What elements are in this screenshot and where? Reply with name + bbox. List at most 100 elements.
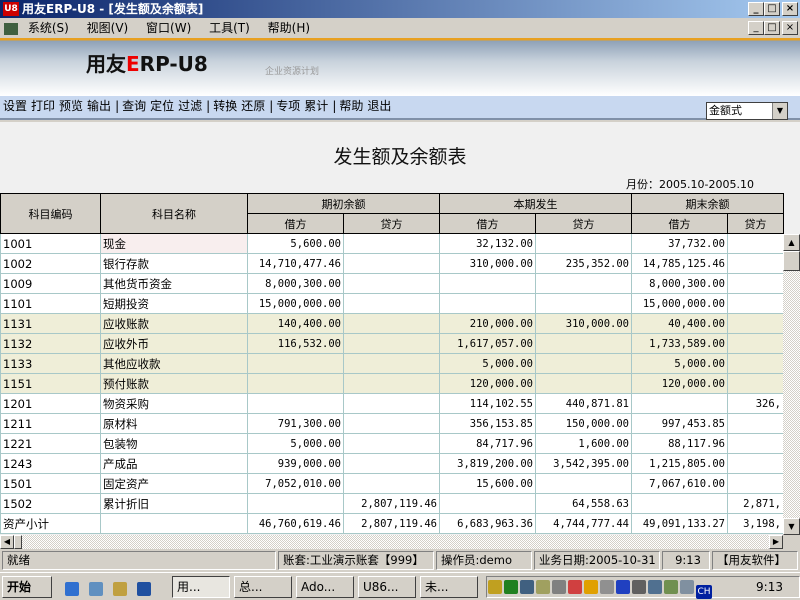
compass-icon[interactable]	[568, 580, 582, 594]
tool-print[interactable]: 打印	[31, 99, 55, 113]
maximize-button[interactable]: □	[764, 2, 780, 16]
task-word[interactable]: U86...	[358, 576, 416, 598]
cell-code[interactable]: 1002	[0, 253, 101, 274]
cell-period-credit[interactable]: 150,000.00	[535, 413, 632, 434]
table-row[interactable]: 1243 产成品 939,000.00 3,819,200.00 3,542,395.0…	[0, 453, 784, 474]
usb-icon[interactable]	[664, 580, 678, 594]
cell-code[interactable]: 1001	[0, 233, 101, 254]
table-row[interactable]: 1131 应收账款 140,400.00 210,000.00 310,000.00 40…	[0, 313, 784, 334]
tray-app-icon[interactable]	[536, 580, 550, 594]
cell-close-credit[interactable]	[727, 313, 784, 334]
cell-close-debit[interactable]: 7,067,610.00	[631, 473, 728, 494]
cell-period-credit[interactable]: 440,871.81	[535, 393, 632, 414]
cell-period-debit[interactable]: 120,000.00	[439, 373, 536, 394]
cell-close-debit[interactable]: 1,733,589.00	[631, 333, 728, 354]
table-row[interactable]: 1502 累计折旧 2,807,119.46 64,558.63 2,871,	[0, 493, 784, 514]
tool-locate[interactable]: 定位	[150, 99, 174, 113]
h-scroll-thumb[interactable]	[14, 535, 22, 549]
cell-close-debit[interactable]: 5,000.00	[631, 353, 728, 374]
cell-close-debit[interactable]: 88,117.96	[631, 433, 728, 454]
menu-window[interactable]: 窗口(W)	[146, 21, 191, 35]
cell-name[interactable]: 应收账款	[100, 313, 248, 334]
table-row[interactable]: 1133 其他应收款 5,000.00 5,000.00	[0, 353, 784, 374]
cell-period-debit[interactable]	[439, 273, 536, 294]
table-row[interactable]: 1132 应收外币 116,532.00 1,617,057.00 1,733,589.…	[0, 333, 784, 354]
tool-export[interactable]: 输出	[87, 99, 111, 113]
tool-restore[interactable]: 还原	[241, 99, 265, 113]
cell-close-debit[interactable]: 40,400.00	[631, 313, 728, 334]
table-row[interactable]: 1151 预付账款 120,000.00 120,000.00	[0, 373, 784, 394]
cell-open-debit[interactable]	[247, 353, 344, 374]
cell-period-credit[interactable]: 4,744,777.44	[535, 513, 632, 534]
cell-period-debit[interactable]: 84,717.96	[439, 433, 536, 454]
cell-period-credit[interactable]	[535, 333, 632, 354]
outlook-icon[interactable]	[89, 582, 103, 596]
cell-name[interactable]: 预付账款	[100, 373, 248, 394]
cell-close-debit[interactable]	[631, 393, 728, 414]
table-row[interactable]: 1002 银行存款 14,710,477.46 310,000.00 235,352.0…	[0, 253, 784, 274]
cell-period-debit[interactable]: 310,000.00	[439, 253, 536, 274]
table-row[interactable]: 1221 包装物 5,000.00 84,717.96 1,600.00 88,117.9…	[0, 433, 784, 454]
cell-open-credit[interactable]	[343, 413, 440, 434]
cell-open-debit[interactable]: 116,532.00	[247, 333, 344, 354]
cell-close-credit[interactable]	[727, 433, 784, 454]
table-row[interactable]: 资产小计 46,760,619.46 2,807,119.46 6,683,963.3…	[0, 513, 784, 534]
cell-close-debit[interactable]: 997,453.85	[631, 413, 728, 434]
cell-open-credit[interactable]	[343, 293, 440, 314]
close-button[interactable]: ×	[782, 2, 798, 16]
cell-name[interactable]: 银行存款	[100, 253, 248, 274]
cell-code[interactable]: 1221	[0, 433, 101, 454]
cell-name[interactable]: 其他货币资金	[100, 273, 248, 294]
connection-icon[interactable]	[648, 580, 662, 594]
scroll-left-icon[interactable]: ◀	[0, 535, 14, 549]
cell-close-credit[interactable]	[727, 273, 784, 294]
cell-close-debit[interactable]	[631, 493, 728, 514]
cell-open-credit[interactable]	[343, 333, 440, 354]
cell-close-credit[interactable]	[727, 373, 784, 394]
cell-period-credit[interactable]: 1,600.00	[535, 433, 632, 454]
cell-code[interactable]: 1243	[0, 453, 101, 474]
cell-code[interactable]: 1131	[0, 313, 101, 334]
lock-icon[interactable]	[552, 580, 566, 594]
cell-close-credit[interactable]: 3,198,	[727, 513, 784, 534]
cell-close-debit[interactable]: 120,000.00	[631, 373, 728, 394]
cell-name[interactable]: 累计折旧	[100, 493, 248, 514]
cell-open-credit[interactable]: 2,807,119.46	[343, 493, 440, 514]
cell-name[interactable]: 短期投资	[100, 293, 248, 314]
cell-close-debit[interactable]: 15,000,000.00	[631, 293, 728, 314]
cell-period-credit[interactable]: 64,558.63	[535, 493, 632, 514]
cell-name[interactable]: 固定资产	[100, 473, 248, 494]
cell-close-debit[interactable]: 8,000,300.00	[631, 273, 728, 294]
language-indicator[interactable]: CH	[696, 585, 712, 599]
cell-name[interactable]: 现金	[100, 233, 248, 254]
horizontal-scrollbar[interactable]: ◀ ▶	[0, 535, 783, 549]
cell-close-credit[interactable]	[727, 253, 784, 274]
cell-period-debit[interactable]: 114,102.55	[439, 393, 536, 414]
cell-period-credit[interactable]: 310,000.00	[535, 313, 632, 334]
cell-name[interactable]	[100, 513, 248, 534]
cell-open-credit[interactable]: 2,807,119.46	[343, 513, 440, 534]
cell-period-debit[interactable]	[439, 293, 536, 314]
tool-preview[interactable]: 预览	[59, 99, 83, 113]
cell-close-debit[interactable]: 14,785,125.46	[631, 253, 728, 274]
cell-close-debit[interactable]: 1,215,805.00	[631, 453, 728, 474]
cell-period-debit[interactable]: 1,617,057.00	[439, 333, 536, 354]
cell-code[interactable]: 1201	[0, 393, 101, 414]
table-row[interactable]: 1101 短期投资 15,000,000.00 15,000,000.00	[0, 293, 784, 314]
tool-cumulative[interactable]: 累计	[304, 99, 328, 113]
cell-period-credit[interactable]	[535, 353, 632, 374]
cell-period-credit[interactable]: 235,352.00	[535, 253, 632, 274]
cell-close-credit[interactable]	[727, 353, 784, 374]
header-name[interactable]: 科目名称	[100, 193, 248, 234]
cell-name[interactable]: 其他应收款	[100, 353, 248, 374]
cell-close-debit[interactable]: 49,091,133.27	[631, 513, 728, 534]
cell-period-debit[interactable]: 356,153.85	[439, 413, 536, 434]
start-button[interactable]: 开始	[2, 576, 52, 598]
cell-name[interactable]: 原材料	[100, 413, 248, 434]
cell-open-debit[interactable]: 7,052,010.00	[247, 473, 344, 494]
cell-open-debit[interactable]: 140,400.00	[247, 313, 344, 334]
table-row[interactable]: 1201 物资采购 114,102.55 440,871.81 326,	[0, 393, 784, 414]
tray-app-icon[interactable]	[680, 580, 694, 594]
scroll-up-icon[interactable]: ▲	[783, 234, 800, 251]
cell-period-credit[interactable]	[535, 473, 632, 494]
